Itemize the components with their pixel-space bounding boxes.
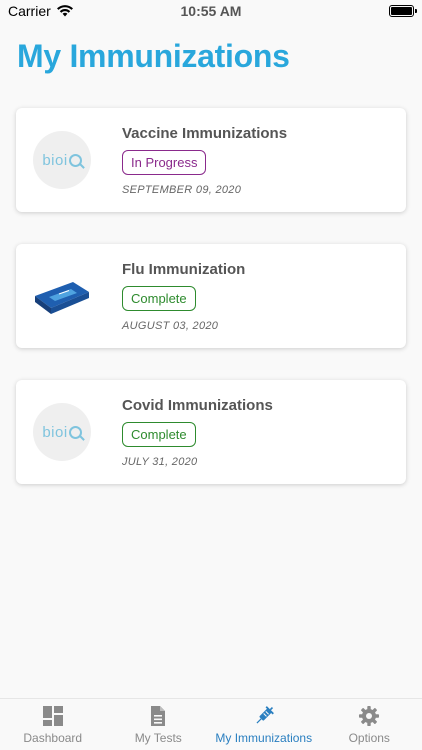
tab-dashboard[interactable]: Dashboard <box>0 699 106 750</box>
card-title: Covid Immunizations <box>122 396 273 414</box>
status-bar: Carrier <box>0 0 422 22</box>
immunization-list: bioi Vaccine Immunizations In Progress S… <box>16 108 406 516</box>
carrier-label: Carrier <box>8 3 51 19</box>
tab-label: Options <box>348 731 390 745</box>
bioiq-logo-icon: bioi <box>33 403 91 461</box>
tab-label: Dashboard <box>23 731 83 745</box>
battery-icon <box>389 5 417 17</box>
status-badge: Complete <box>122 285 196 311</box>
syringe-icon <box>256 706 274 724</box>
test-kit-box-icon <box>33 267 91 325</box>
document-icon <box>151 706 166 726</box>
tab-my-tests[interactable]: My Tests <box>106 699 212 750</box>
tab-label: My Immunizations <box>215 731 313 745</box>
wifi-icon <box>56 5 73 17</box>
card-title: Flu Immunization <box>122 260 246 278</box>
tab-label: My Tests <box>134 731 182 745</box>
card-date: SEPTEMBER 09, 2020 <box>122 183 242 196</box>
immunization-card[interactable]: bioi Covid Immunizations Complete JULY 3… <box>16 380 406 484</box>
page-title: My Immunizations <box>17 38 290 74</box>
immunization-card[interactable]: Flu Immunization Complete AUGUST 03, 202… <box>16 244 406 348</box>
status-badge: In Progress <box>122 149 207 175</box>
status-badge: Complete <box>122 421 196 447</box>
tab-my-immunizations[interactable]: My Immunizations <box>211 699 317 750</box>
immunization-card[interactable]: bioi Vaccine Immunizations In Progress S… <box>16 108 406 212</box>
dashboard-icon <box>42 706 63 726</box>
card-date: AUGUST 03, 2020 <box>122 319 219 332</box>
card-title: Vaccine Immunizations <box>122 124 288 142</box>
bioiq-logo-icon: bioi <box>33 131 91 189</box>
tab-options[interactable]: Options <box>317 699 422 750</box>
card-date: JULY 31, 2020 <box>122 455 198 468</box>
gear-icon <box>359 706 380 726</box>
tab-bar: Dashboard My Tests My Immunizations Opti… <box>0 698 422 750</box>
